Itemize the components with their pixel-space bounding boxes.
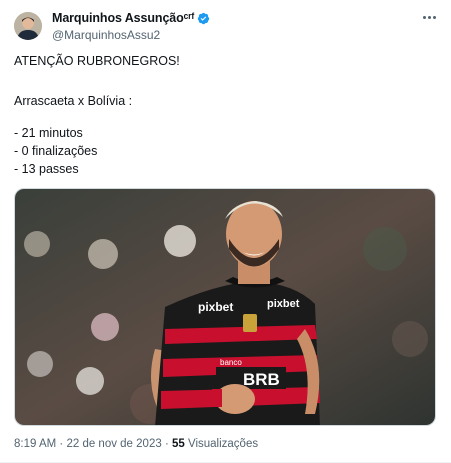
tweet-date[interactable]: 22 de nov de 2023 bbox=[66, 438, 161, 450]
views-label: Visualizações bbox=[187, 438, 259, 450]
tweet-time[interactable]: 8:19 AM bbox=[14, 438, 56, 450]
shirt-sponsor-bank: BRB bbox=[243, 370, 280, 389]
shirt-sponsor-right: pixbet bbox=[267, 298, 300, 310]
tweet-meta: 8:19 AM · 22 de nov de 2023 · 55 Visuali… bbox=[14, 438, 258, 450]
tweet-media-photo[interactable]: pixbet pixbet banco BRB bbox=[14, 188, 436, 426]
verified-badge-icon bbox=[197, 12, 210, 25]
shirt-sponsor-bank-small: banco bbox=[220, 358, 242, 367]
views-count: 55 bbox=[171, 438, 185, 450]
shirt-sponsor-top: pixbet bbox=[198, 300, 233, 314]
tweet-text-line: - 0 finalizações bbox=[14, 144, 98, 158]
tweet-card[interactable]: Marquinhos Assunçãoᶜʳᶠ @MarquinhosAssu2 … bbox=[0, 0, 451, 463]
meta-separator: · bbox=[164, 438, 169, 450]
tweet-text-line: - 21 minutos bbox=[14, 126, 83, 140]
tweet-text-line: ATENÇÃO RUBRONEGROS! bbox=[14, 54, 180, 68]
tweet-text-line: - 13 passes bbox=[14, 162, 79, 176]
author-handle[interactable]: @MarquinhosAssu2 bbox=[52, 28, 160, 42]
meta-separator: · bbox=[59, 438, 64, 450]
author-display-name[interactable]: Marquinhos Assunçãoᶜʳᶠ bbox=[52, 11, 194, 25]
author-avatar[interactable] bbox=[14, 12, 42, 40]
more-options-icon[interactable] bbox=[423, 12, 437, 22]
tweet-text-line: Arrascaeta x Bolívia : bbox=[14, 94, 133, 108]
